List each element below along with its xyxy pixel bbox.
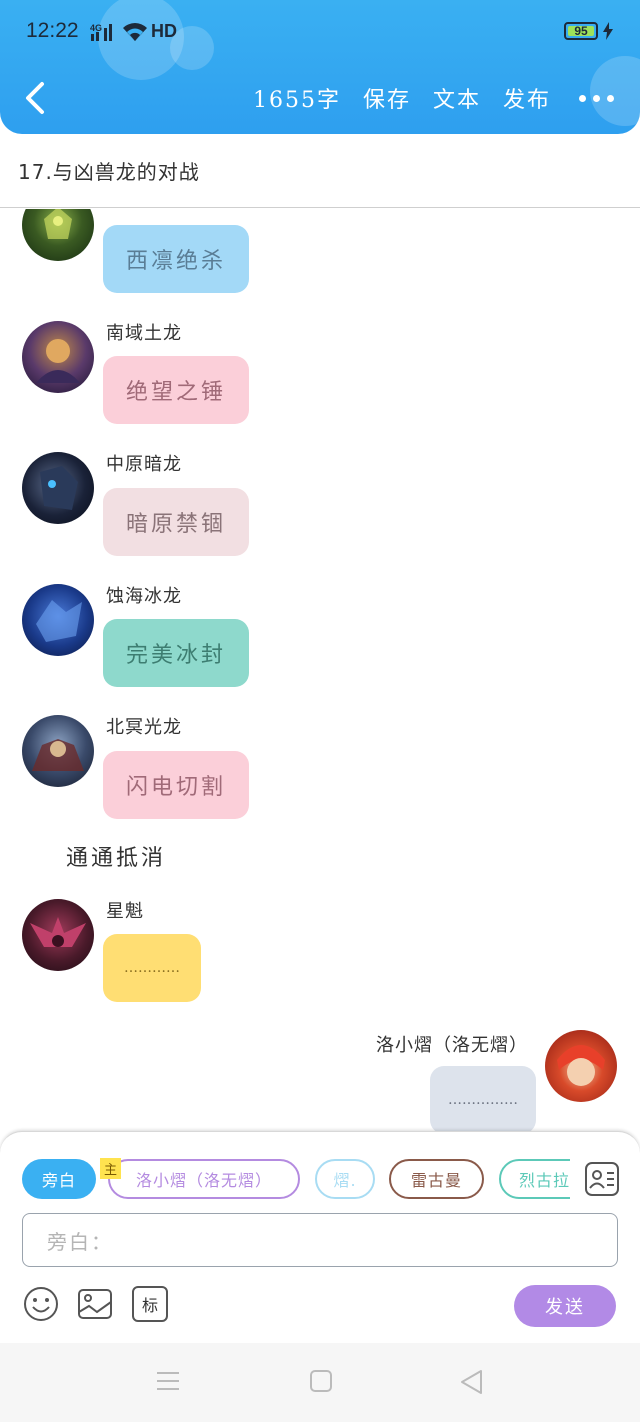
message-input[interactable]: 旁白： [22, 1213, 618, 1267]
message-bubble[interactable]: 完美冰封 [103, 619, 249, 687]
svg-text:4G: 4G [90, 23, 102, 33]
word-count: 1655字 [252, 88, 341, 113]
narration-text[interactable]: 通通抵消 [66, 840, 166, 872]
avatar [22, 321, 94, 393]
publish-button[interactable]: 发布 [503, 82, 551, 114]
character-chip-narrator[interactable]: 旁白 [22, 1159, 96, 1199]
mark-button[interactable]: 标 [132, 1286, 168, 1322]
speaker-name: 蚀海冰龙 [106, 586, 182, 607]
speaker-name: 南域土龙 [106, 323, 182, 344]
message-bubble[interactable]: 闪电切割 [103, 751, 249, 819]
message-bubble[interactable]: 西凛绝杀 [103, 225, 249, 293]
speaker-name: 中原暗龙 [106, 454, 182, 475]
emoji-icon[interactable] [23, 1286, 59, 1322]
input-panel: 旁白 洛小熠（洛无熠） 熠. 雷古曼 烈古拉 旁白： 标 发送 [0, 1131, 640, 1343]
message-bubble[interactable]: ………… [103, 934, 201, 1002]
contacts-icon[interactable] [584, 1161, 620, 1197]
message-bubble[interactable]: …………… [430, 1066, 536, 1131]
message-bubble[interactable]: 绝望之锤 [103, 356, 249, 424]
back-icon[interactable] [459, 1369, 483, 1395]
avatar [22, 452, 94, 524]
avatar [545, 1030, 617, 1102]
battery-indicator: 95 [564, 22, 598, 40]
network-hd-label: HD [151, 21, 177, 41]
battery-level: 95 [574, 24, 588, 38]
back-arrow-icon[interactable] [20, 80, 50, 116]
chapter-title[interactable]: 17.与凶兽龙的对战 [0, 134, 640, 208]
character-chip-luo-xiaoyi[interactable]: 洛小熠（洛无熠） [108, 1159, 300, 1199]
speaker-name: 星魁 [106, 901, 144, 922]
speaker-name: 北冥光龙 [106, 717, 182, 738]
menu-icon[interactable] [155, 1369, 181, 1393]
signal-icon: 4G [90, 23, 112, 41]
system-nav-bar [0, 1343, 640, 1422]
avatar [22, 584, 94, 656]
status-bar: 12:22 4G HD 95 [0, 0, 640, 64]
avatar [22, 899, 94, 971]
send-button[interactable]: 发送 [514, 1285, 616, 1327]
home-icon[interactable] [309, 1369, 333, 1393]
avatar [22, 209, 94, 261]
editor-toolbar: 1655字 保存 文本 发布 [253, 82, 614, 114]
character-chip-liegula[interactable]: 烈古拉 [499, 1159, 570, 1199]
image-icon[interactable] [77, 1286, 113, 1322]
charging-icon [603, 22, 613, 40]
chat-list[interactable]: 西凛绝杀 南域土龙 绝望之锤 中原暗龙 暗原禁锢 蚀海冰龙 完美冰封 北冥光龙 … [0, 209, 640, 1131]
more-options-icon[interactable] [579, 94, 614, 102]
message-bubble[interactable]: 暗原禁锢 [103, 488, 249, 556]
status-time: 12:22 [26, 19, 79, 42]
character-chip-yi[interactable]: 熠. [315, 1159, 375, 1199]
wifi-icon [123, 23, 147, 41]
text-button[interactable]: 文本 [433, 82, 481, 114]
save-button[interactable]: 保存 [363, 82, 411, 114]
character-chip-leiguman[interactable]: 雷古曼 [389, 1159, 484, 1199]
main-character-tag: 主 [100, 1158, 121, 1179]
top-header: 12:22 4G HD 95 1655字 保存 文本 发布 [0, 0, 640, 134]
avatar [22, 715, 94, 787]
speaker-name: 洛小熠（洛无熠） [376, 1035, 528, 1056]
mark-label: 标 [141, 1296, 158, 1315]
